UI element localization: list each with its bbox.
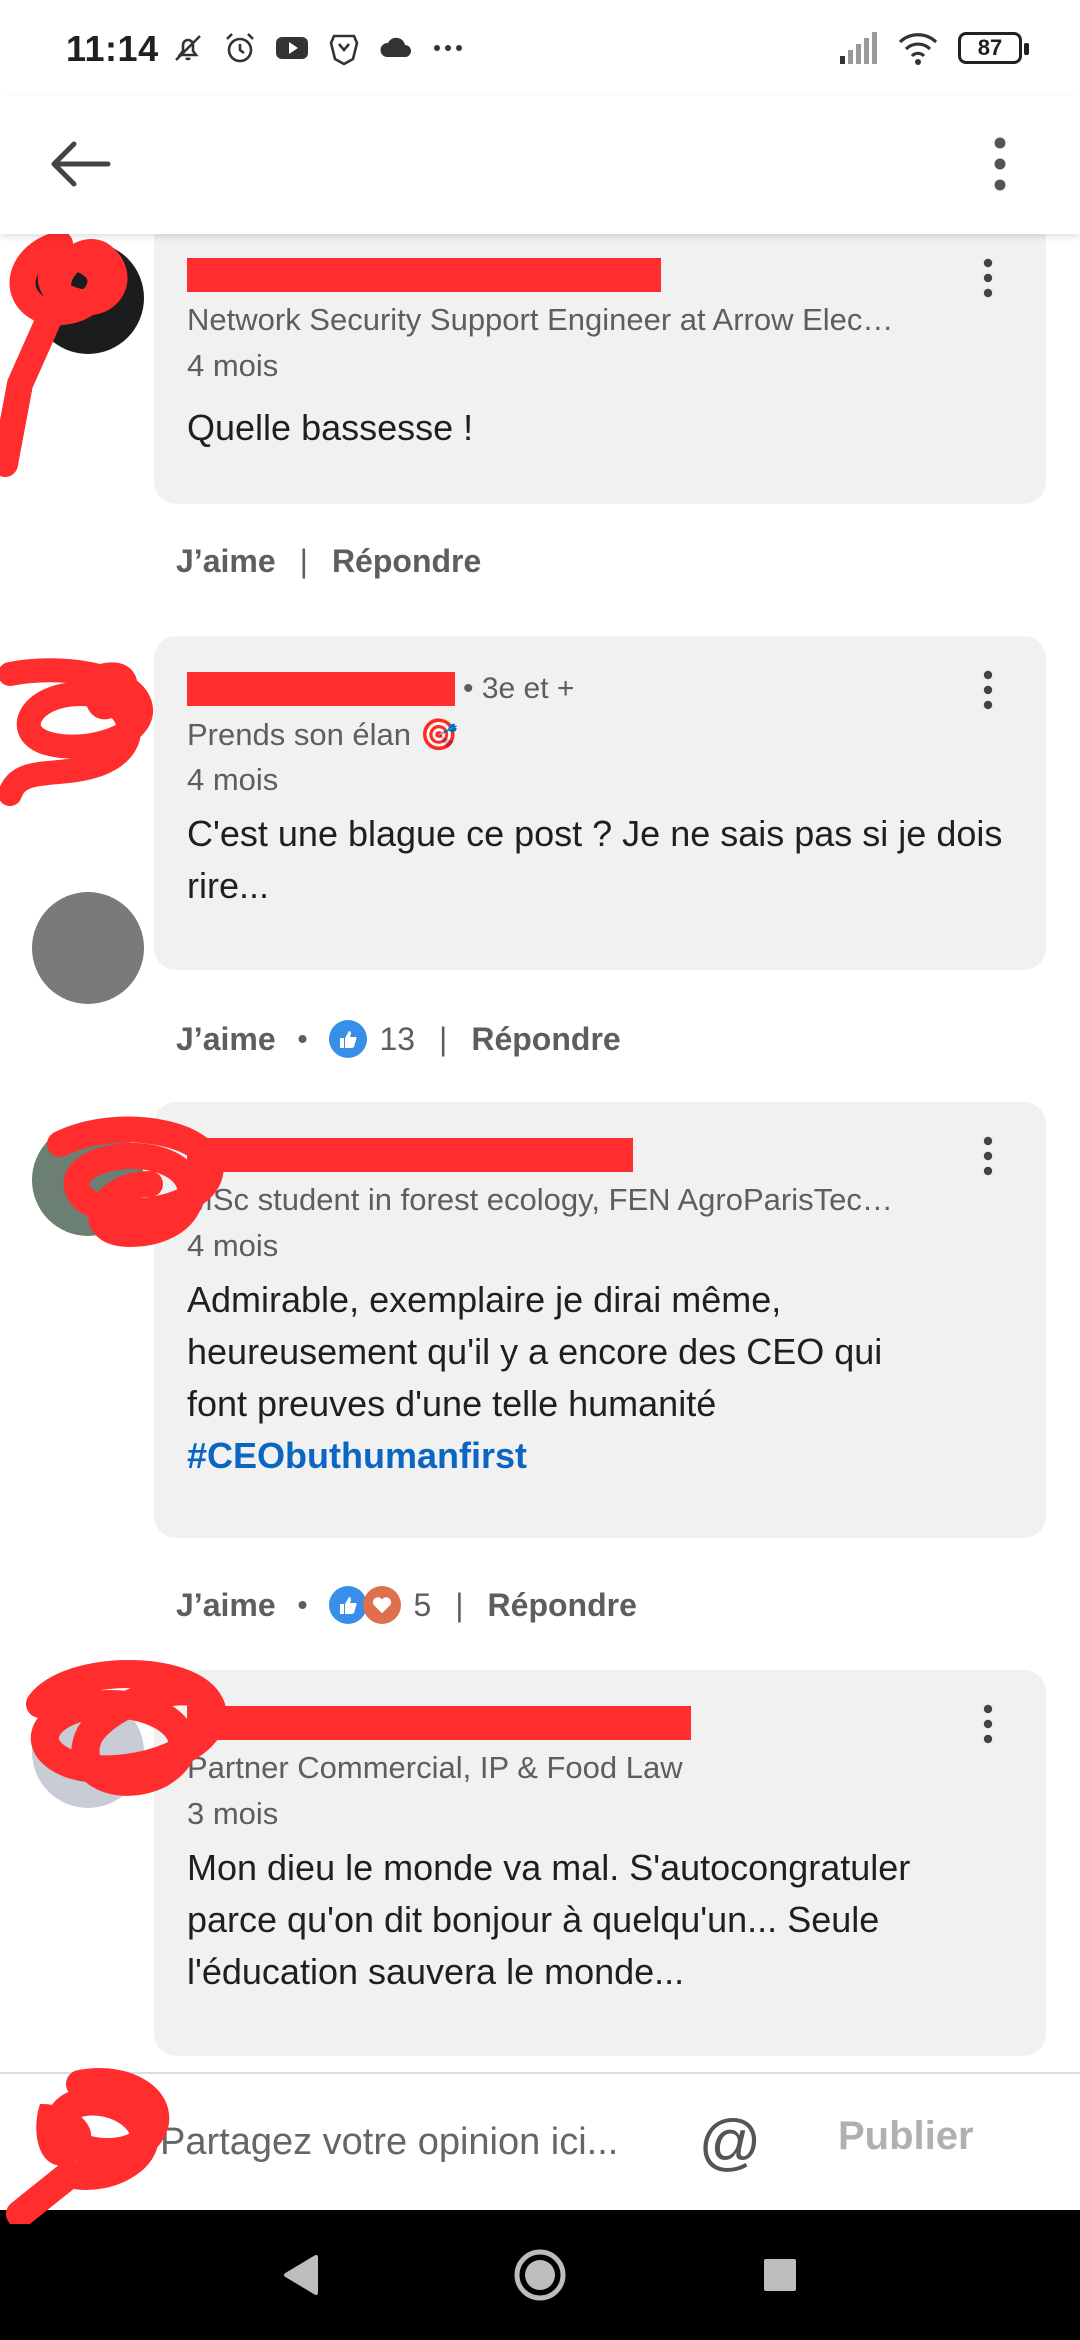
more-dots-icon [434,45,462,51]
comment-actions: J’aime • 5 | Répondre [176,1580,637,1630]
publish-button[interactable]: Publier [838,2114,974,2159]
system-nav-bar [0,2210,1080,2340]
comment-bubble: MSc student in forest ecology, FEN AgroP… [154,1102,1046,1538]
like-reaction-icon[interactable] [329,1586,368,1624]
author-headline: Network Security Support Engineer at Arr… [187,302,894,337]
avatar[interactable] [32,1696,144,1808]
author-headline: Prends son élan 🎯 [187,717,459,752]
like-reaction-icon[interactable] [329,1020,368,1058]
comment-more-button[interactable] [964,1696,1012,1752]
notification-icons [170,30,466,66]
hashtag-link[interactable]: #CEObuthumanfirst [187,1430,926,1482]
separator: | [455,1586,464,1623]
separator: | [439,1020,448,1057]
comment-bubble: Network Security Support Engineer at Arr… [154,234,1046,504]
connection-degree: • 3e et + [463,672,575,705]
arrow-left-icon [51,141,111,187]
cloud-icon [380,37,411,57]
youtube-icon [276,37,308,59]
thumbs-up-icon [340,1031,357,1048]
comment-actions: J’aime • 13 | Répondre [176,1014,621,1064]
comment-text: Quelle bassesse ! [187,407,474,448]
home-circle-icon [514,2249,566,2301]
comment-item: • 3e et + Prends son élan 🎯 4 mois C'est… [0,636,1080,1102]
vertical-dots-icon [983,1704,993,1744]
vertical-dots-icon [983,258,993,298]
back-triangle-icon [284,2255,318,2295]
signal-icon [840,32,877,64]
nav-home-button[interactable] [505,2240,575,2310]
vertical-dots-icon [983,670,993,710]
back-button[interactable] [40,124,120,204]
author-name[interactable] [187,258,661,292]
comment-text-body: Admirable, exemplaire je dirai même, heu… [187,1279,883,1424]
reply-button[interactable]: Répondre [471,1021,620,1058]
comment-input[interactable] [160,2104,620,2180]
mute-icon [175,35,201,61]
comment-bubble: • 3e et + Prends son élan 🎯 4 mois C'est… [154,636,1046,970]
reply-button[interactable]: Répondre [488,1587,637,1624]
thumbs-up-icon [340,1597,357,1614]
like-button[interactable]: J’aime [176,543,276,580]
nav-recents-button[interactable] [745,2240,815,2310]
comment-composer: @ Publier [0,2068,1080,2224]
recents-square-icon [764,2259,796,2291]
separator: | [299,542,308,579]
comment-text: Mon dieu le monde va mal. S'autocongratu… [187,1847,911,1992]
screen: 11:14 87 Network Security Support Engine… [0,0,1080,2340]
comment-time: 3 mois [187,1796,279,1831]
like-button[interactable]: J’aime [176,1587,276,1624]
comment-item: Partner Commercial, IP & Food Law 3 mois… [0,1670,1080,2072]
brave-icon [329,34,359,66]
heart-icon [373,1597,392,1614]
separator: • [297,1023,308,1054]
name-redaction [187,672,455,706]
status-bar: 11:14 87 [0,0,1080,96]
reply-button[interactable]: Répondre [332,543,481,580]
comment-time: 4 mois [187,1228,279,1263]
author-name[interactable] [187,1706,691,1740]
vertical-dots-icon [983,1136,993,1176]
author-name[interactable]: • 3e et + [187,672,574,706]
comment-more-button[interactable] [964,1128,1012,1184]
comment-more-button[interactable] [964,662,1012,718]
comment-more-button[interactable] [964,250,1012,306]
comment-text: Admirable, exemplaire je dirai même, heu… [187,1274,926,1482]
comment-item: Network Security Support Engineer at Arr… [0,234,1080,624]
app-bar [0,96,1080,234]
name-redaction [187,258,661,292]
system-icons: 87 [838,30,1029,66]
mention-button[interactable]: @ [692,2100,768,2184]
name-redaction [187,1138,633,1172]
avatar[interactable] [32,892,144,1004]
overflow-menu-button[interactable] [960,124,1040,204]
nav-back-button[interactable] [265,2240,335,2310]
vertical-dots-icon [994,137,1006,191]
battery-level: 87 [977,35,1003,60]
name-redaction [187,1706,691,1740]
comments-list: Network Security Support Engineer at Arr… [0,234,1080,2072]
author-headline: Partner Commercial, IP & Food Law [187,1750,683,1785]
alarm-icon [226,33,254,63]
reaction-count[interactable]: 5 [413,1587,431,1624]
comment-bubble: Partner Commercial, IP & Food Law 3 mois… [154,1670,1046,2056]
avatar[interactable] [32,1124,144,1236]
comment-text: C'est une blague ce post ? Je ne sais pa… [187,813,1003,906]
status-time: 11:14 [66,28,159,69]
avatar[interactable] [32,242,144,354]
separator: • [297,1589,308,1620]
wifi-icon [898,33,938,65]
like-button[interactable]: J’aime [176,1021,276,1058]
battery-icon: 87 [958,32,1029,64]
comment-actions: J’aime | Répondre [176,536,481,586]
love-reaction-icon[interactable] [363,1586,402,1624]
reaction-count[interactable]: 13 [379,1021,415,1058]
comment-time: 4 mois [187,348,279,383]
comment-item: MSc student in forest ecology, FEN AgroP… [0,1102,1080,1668]
author-headline: MSc student in forest ecology, FEN AgroP… [187,1182,893,1217]
author-name[interactable] [187,1138,633,1172]
comment-time: 4 mois [187,762,279,797]
